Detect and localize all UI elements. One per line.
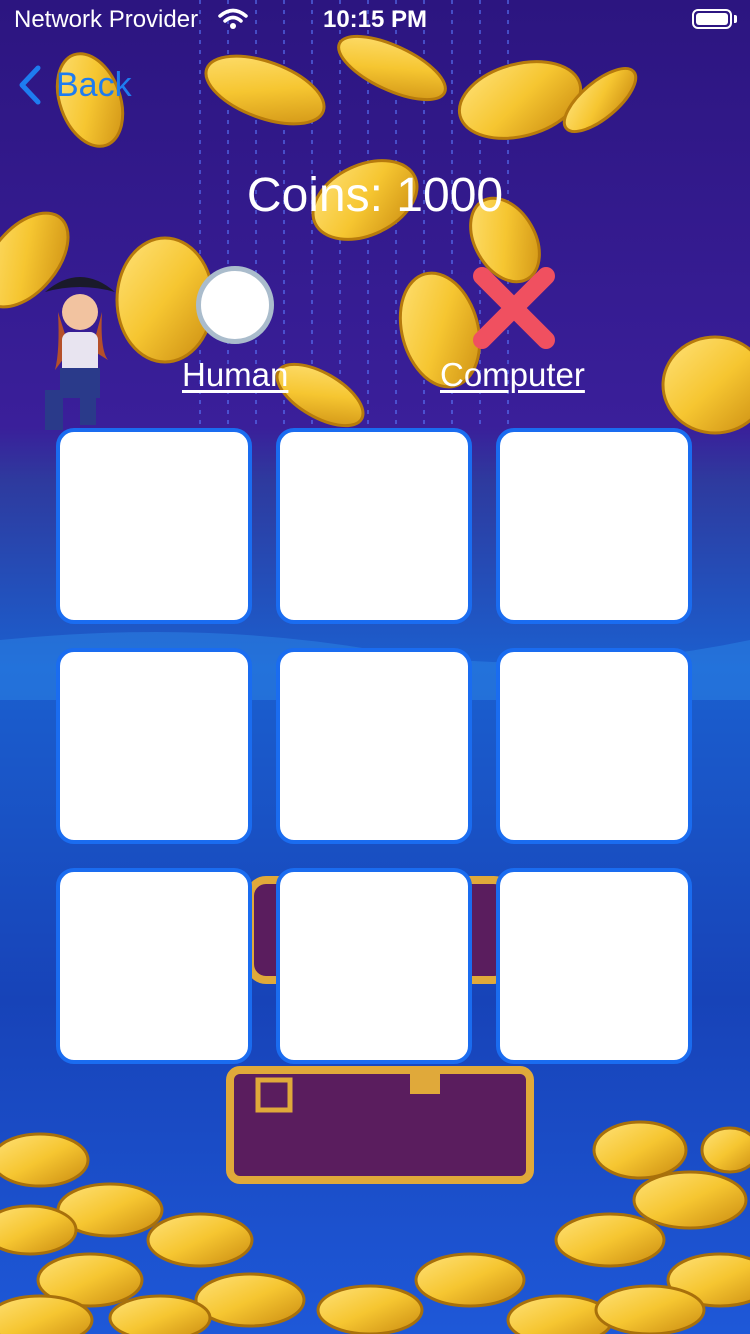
coins-counter: Coins: 1000 <box>246 169 504 222</box>
back-button[interactable]: Back <box>16 60 132 110</box>
human-player-label: Human <box>182 356 289 393</box>
board-cell-5[interactable] <box>276 648 472 844</box>
cross-icon <box>472 266 556 350</box>
board-cell-3[interactable] <box>496 428 692 624</box>
circle-icon <box>196 266 274 344</box>
battery-tip <box>734 15 737 23</box>
board-cell-7[interactable] <box>56 868 252 1064</box>
status-time: 10:15 PM <box>322 6 428 33</box>
battery-icon <box>692 9 732 29</box>
board-cell-1[interactable] <box>56 428 252 624</box>
computer-player-label: Computer <box>440 356 585 393</box>
board-cell-8[interactable] <box>276 868 472 1064</box>
status-bar: Network Provider 10:15 PM <box>0 0 750 40</box>
board-cell-6[interactable] <box>496 648 692 844</box>
board-cell-2[interactable] <box>276 428 472 624</box>
back-label: Back <box>56 65 132 104</box>
board-cell-4[interactable] <box>56 648 252 844</box>
chevron-left-icon <box>16 65 42 105</box>
board-cell-9[interactable] <box>496 868 692 1064</box>
